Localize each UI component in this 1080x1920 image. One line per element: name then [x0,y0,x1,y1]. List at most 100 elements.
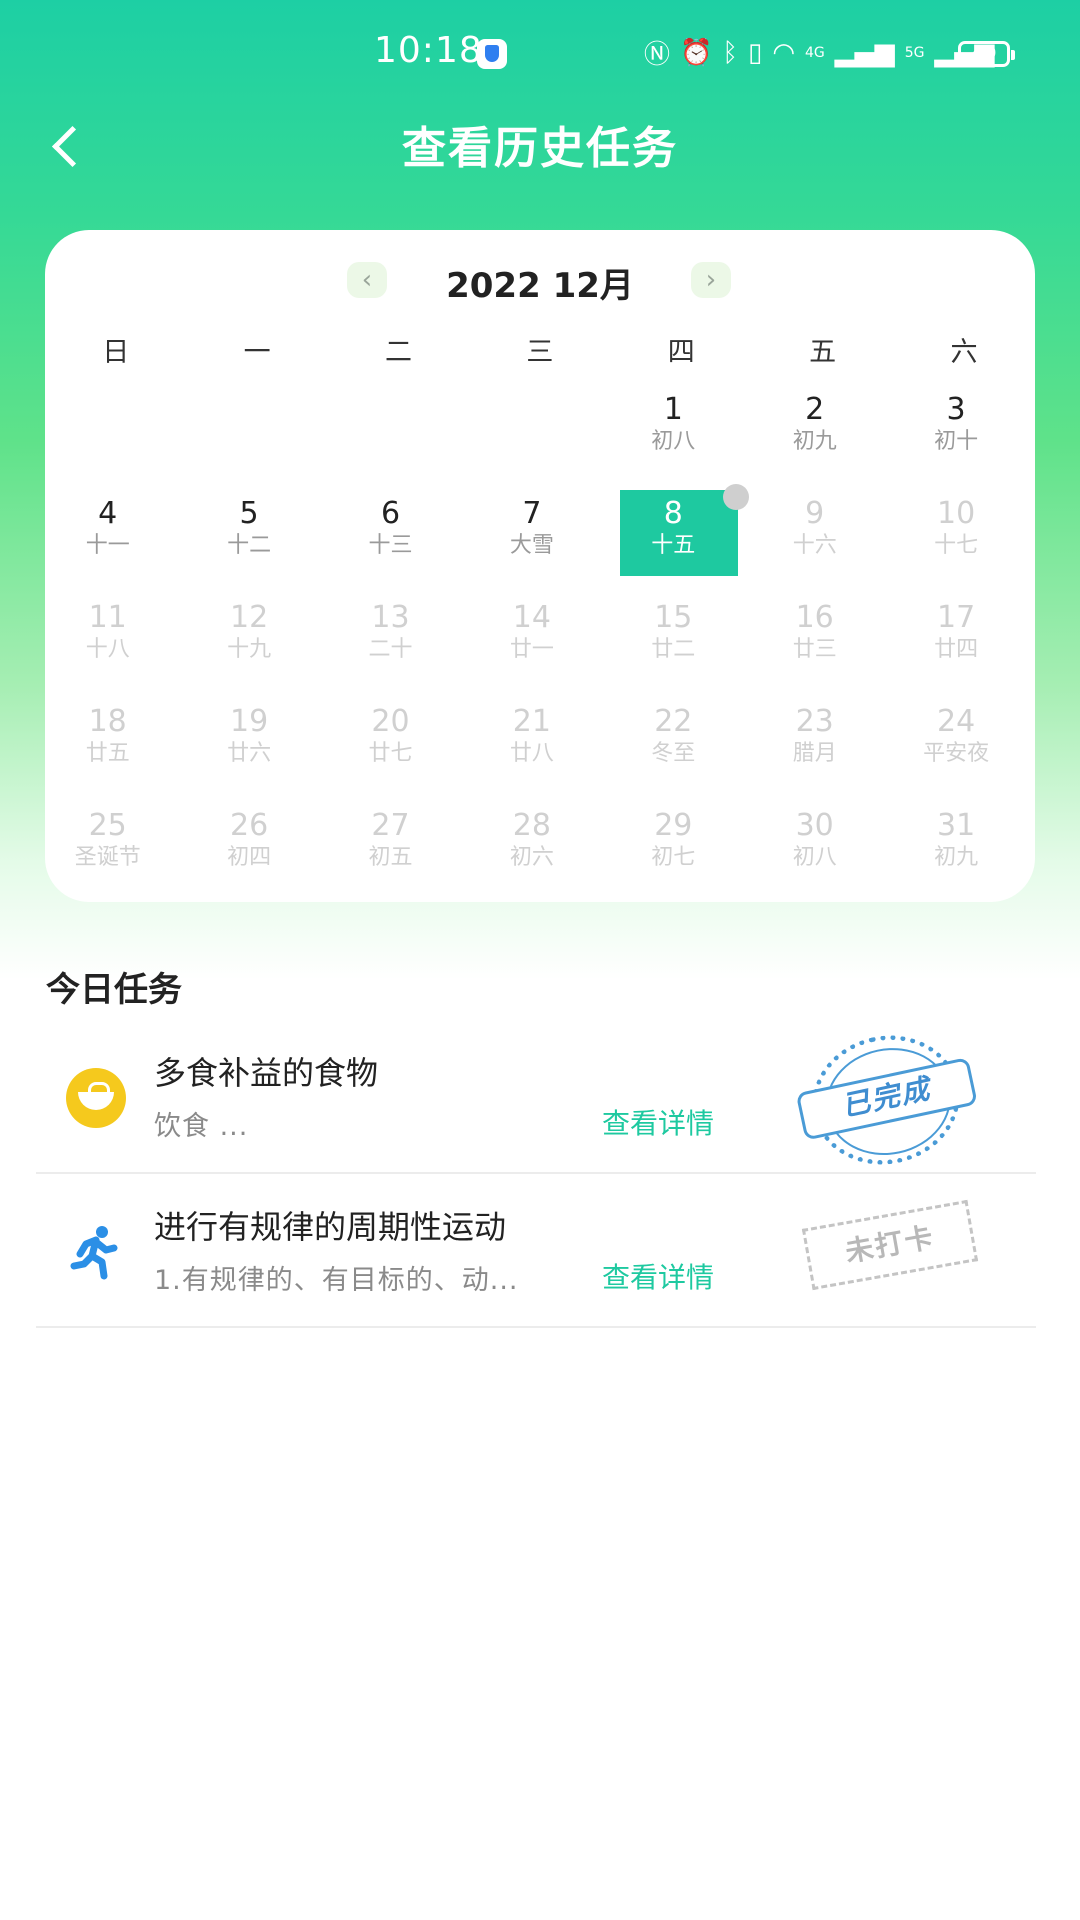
day-lunar-label: 廿一 [509,637,554,662]
weekday-label: 日 [102,337,130,368]
day-number: 28 [512,808,551,843]
calendar-day[interactable]: 13 二十 [320,598,461,702]
day-number: 31 [936,808,976,843]
calendar-day[interactable]: 20 廿七 [320,702,461,806]
day-lunar-label: 廿四 [934,637,979,662]
day-lunar-label: 初六 [509,845,554,870]
day-number: 26 [229,808,269,843]
calendar-day[interactable]: 19 廿六 [178,702,319,806]
calendar-day[interactable]: 5 十二 [178,494,319,598]
calendar-day[interactable]: 24 平安夜 [885,702,1026,806]
day-number: 9 [805,496,825,531]
calendar-day[interactable]: 12 十九 [178,598,319,702]
day-number: 27 [371,808,410,843]
day-number: 2 [805,392,825,427]
day-number: 25 [88,808,127,843]
day-number: 13 [371,600,410,635]
day-lunar-label: 廿八 [509,741,554,766]
day-lunar-label: 十一 [85,533,130,558]
day-number: 5 [239,496,259,531]
calendar-day[interactable]: 14 廿一 [461,598,602,702]
alarm-icon: ⏰ [680,37,713,68]
day-lunar-label: 初五 [368,845,413,870]
calendar-day[interactable]: 9 十六 [744,494,885,598]
day-number: 30 [795,808,834,843]
task-desc: 1.有规律的、有目标的、动... [154,1265,519,1296]
day-lunar-label: 大雪 [509,533,554,558]
day-number: 3 [946,392,966,427]
calendar-day[interactable]: 16 廿三 [744,598,885,702]
calendar-day[interactable]: 18 廿五 [37,702,178,806]
chevron-right-icon: › [705,265,717,295]
month-title: 2022 12月 [446,266,634,306]
calendar-day[interactable]: 7 大雪 [461,494,602,598]
task-item: 进行有规律的周期性运动 1.有规律的、有目标的、动... 查看详情 未打卡 [36,1174,1036,1328]
vibrate-icon: ▯ [748,37,763,68]
signal-5g-label: 5G [904,44,925,61]
task-name: 多食补益的食物 [154,1054,379,1092]
calendar-day[interactable]: 11 十八 [37,598,178,702]
weekday-label: 三 [526,337,554,368]
day-lunar-label: 初七 [651,845,696,870]
calendar-day[interactable]: 29 初七 [603,806,744,910]
day-number: 19 [229,704,269,739]
day-number: 18 [88,704,127,739]
calendar-day[interactable]: 10 十七 [885,494,1026,598]
calendar-day[interactable]: 17 廿四 [885,598,1026,702]
calendar-day[interactable]: 2 初九 [744,390,885,494]
day-lunar-label: 圣诞节 [74,845,141,870]
next-month-button[interactable]: › [691,262,731,298]
status-bar: 10:18 Ⓝ ⏰ ᛒ ▯ ◠ 4G ▂▄▆ 5G ▂▄▆ 49 [0,0,1080,108]
day-lunar-label: 廿二 [651,637,696,662]
day-number: 10 [936,496,976,531]
day-number: 17 [936,600,976,635]
weekday-label: 五 [809,337,837,368]
calendar-day[interactable]: 4 十一 [37,494,178,598]
calendar-day[interactable]: 28 初六 [461,806,602,910]
day-lunar-label: 廿五 [85,741,130,766]
calendar-day[interactable]: 22 冬至 [603,702,744,806]
day-number: 21 [512,704,551,739]
calendar-day[interactable]: 3 初十 [885,390,1026,494]
day-number: 11 [88,600,127,635]
day-number: 15 [654,600,693,635]
day-lunar-label: 腊月 [792,741,837,766]
calendar-day[interactable]: 27 初五 [320,806,461,910]
runner-icon [66,1222,126,1282]
weekday-label: 六 [950,337,978,368]
status-icons: Ⓝ ⏰ ᛒ ▯ ◠ 4G ▂▄▆ 5G ▂▄▆ [644,34,995,71]
view-detail-link[interactable]: 查看详情 [602,1256,714,1296]
day-lunar-label: 廿六 [227,741,272,766]
day-lunar-label: 廿七 [368,741,413,766]
pending-stamp: 未打卡 [801,1199,979,1291]
calendar-day[interactable]: 23 腊月 [744,702,885,806]
status-time: 10:18 [374,30,483,71]
day-lunar-label: 十八 [85,637,130,662]
calendar-day[interactable]: 26 初四 [178,806,319,910]
calendar-day[interactable]: 1 初八 [603,390,744,494]
calendar-day[interactable]: 21 廿八 [461,702,602,806]
calendar-day[interactable]: 6 十三 [320,494,461,598]
day-number: 20 [371,704,410,739]
calendar-day[interactable]: 31 初九 [885,806,1026,910]
signal-icon: ▂▄▆ [834,37,895,68]
task-desc: 饮食 ... [154,1111,249,1142]
day-lunar-label: 十二 [227,533,272,558]
day-lunar-label: 初九 [934,845,979,870]
day-lunar-label: 二十 [368,637,413,662]
day-number: 16 [795,600,834,635]
view-detail-link[interactable]: 查看详情 [602,1102,714,1142]
calendar-day[interactable]: 25 圣诞节 [37,806,178,910]
completed-stamp: 已完成 [795,1022,978,1178]
calendar-day[interactable]: 30 初八 [744,806,885,910]
prev-month-button[interactable]: ‹ [347,262,387,298]
day-lunar-label: 十七 [934,533,979,558]
day-number: 12 [229,600,269,635]
calendar-day[interactable]: 8 十五 [603,484,749,598]
chevron-left-icon: ‹ [361,265,373,295]
day-number: 22 [654,704,693,739]
day-lunar-label: 初八 [792,845,837,870]
day-lunar-label: 廿三 [792,637,837,662]
day-number: 29 [654,808,693,843]
calendar-day[interactable]: 15 廿二 [603,598,744,702]
